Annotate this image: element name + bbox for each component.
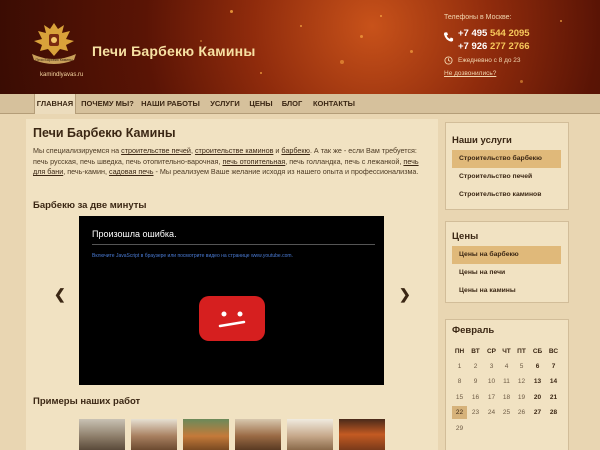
- work-thumbnail[interactable]: [235, 419, 281, 450]
- carousel-prev-icon[interactable]: ❮: [54, 286, 66, 303]
- nav-item-why-us[interactable]: ПОЧЕМУ МЫ?: [80, 94, 135, 114]
- calendar-weekday: ПТ: [517, 348, 526, 355]
- phone-number-1[interactable]: +7 495 544 2095: [458, 28, 530, 39]
- calendar-weekday: ПН: [454, 348, 465, 355]
- phone-2-prefix: +7 926: [458, 41, 488, 52]
- work-thumbnail[interactable]: [339, 419, 385, 450]
- calendar-day[interactable]: 5: [514, 360, 529, 373]
- calendar-day-today[interactable]: 22: [452, 406, 467, 419]
- prices-title: Цены: [452, 231, 479, 242]
- calendar-day[interactable]: 7: [546, 360, 561, 373]
- calendar-day[interactable]: 19: [514, 391, 529, 404]
- phone-number-2[interactable]: +7 926 277 2766: [458, 41, 530, 52]
- link-garden-stove[interactable]: садовая печь: [109, 167, 154, 176]
- prices-box: Цены Цены на барбекю Цены на печи Цены н…: [445, 221, 569, 303]
- nav-item-home[interactable]: ГЛАВНАЯ: [34, 94, 76, 114]
- calendar-weekday: ВТ: [471, 348, 480, 355]
- nav-item-contacts[interactable]: КОНТАКТЫ: [310, 94, 358, 114]
- calendar-day[interactable]: 24: [484, 406, 499, 419]
- link-fireplace-building[interactable]: строительстве каминов: [195, 146, 273, 155]
- link-heating-stove[interactable]: печь отопительная: [222, 157, 285, 166]
- link-stove-building[interactable]: строительстве печей: [121, 146, 191, 155]
- intro-text-5: , печь голландка, печь с лежанкой,: [285, 156, 404, 166]
- phone-2-number: 277 2766: [489, 41, 530, 52]
- calendar-day[interactable]: 20: [530, 391, 545, 404]
- calendar-day[interactable]: 2: [468, 360, 483, 373]
- price-item-fireplaces[interactable]: Цены на камины: [452, 282, 561, 300]
- calendar-day[interactable]: 11: [499, 375, 514, 388]
- phone-1-prefix: +7 495: [458, 28, 488, 39]
- callback-link[interactable]: Не дозвонились?: [444, 70, 496, 77]
- working-hours: Ежедневно с 8 до 23: [458, 57, 521, 64]
- logo-caption: Печи Барбекю Камины: [35, 58, 73, 62]
- calendar-day[interactable]: 1: [452, 360, 467, 373]
- intro-text-7: - Мы реализуем Ваше желание исходя из на…: [153, 167, 419, 177]
- phone-1-number: 544 2095: [489, 28, 530, 39]
- service-item-fireplaces[interactable]: Строительство каминов: [452, 186, 561, 204]
- site-title[interactable]: Печи Барбекю Камины: [92, 43, 256, 59]
- intro-text-6: , печь-камин,: [63, 167, 109, 177]
- intro-text-1: Мы специализируемся на: [33, 146, 122, 155]
- video-error-title: Произошла ошибка.: [92, 229, 177, 239]
- site-url: kamindlyavas.ru: [40, 72, 84, 78]
- services-box: Наши услуги Строительство барбекю Строит…: [445, 122, 569, 210]
- intro-text: Мы специализируемся на строительстве печ…: [33, 146, 431, 178]
- calendar-day[interactable]: 6: [530, 360, 545, 373]
- youtube-error-icon: [199, 296, 265, 341]
- nav-item-blog[interactable]: БЛОГ: [278, 94, 306, 114]
- calendar-day[interactable]: 17: [484, 391, 499, 404]
- coat-of-arms-logo[interactable]: Печи Барбекю Камины: [28, 20, 80, 66]
- calendar-day[interactable]: 4: [499, 360, 514, 373]
- calendar-weekday: СР: [486, 348, 497, 355]
- price-item-stoves[interactable]: Цены на печи: [452, 264, 561, 282]
- calendar-day[interactable]: 14: [546, 375, 561, 388]
- calendar-day[interactable]: 27: [530, 406, 545, 419]
- calendar-day[interactable]: 13: [530, 375, 545, 388]
- calendar-month: Февраль: [452, 325, 495, 336]
- price-item-barbecue[interactable]: Цены на барбекю: [452, 246, 561, 264]
- calendar-day[interactable]: 21: [546, 391, 561, 404]
- work-thumbnail[interactable]: [79, 419, 125, 450]
- link-barbecue[interactable]: барбекю: [281, 146, 310, 155]
- work-thumbnail[interactable]: [287, 419, 333, 450]
- main-nav: ГЛАВНАЯ ПОЧЕМУ МЫ? НАШИ РАБОТЫ УСЛУГИ ЦЕ…: [0, 94, 600, 114]
- calendar-day[interactable]: 3: [484, 360, 499, 373]
- calendar-day[interactable]: 10: [484, 375, 499, 388]
- video-section-title: Барбекю за две минуты: [33, 200, 147, 211]
- video-player[interactable]: Произошла ошибка. Включите JavaScript в …: [79, 216, 384, 385]
- service-item-barbecue[interactable]: Строительство барбекю: [452, 150, 561, 168]
- calendar-day[interactable]: 8: [452, 375, 467, 388]
- calendar-day[interactable]: 15: [452, 391, 467, 404]
- services-title: Наши услуги: [452, 135, 512, 146]
- examples-section-title: Примеры наших работ: [33, 396, 141, 407]
- calendar-weekday: ВС: [548, 348, 559, 355]
- phones-label: Телефоны в Москве:: [444, 14, 512, 21]
- work-thumbnail[interactable]: [131, 419, 177, 450]
- calendar-day[interactable]: 23: [468, 406, 483, 419]
- calendar-day[interactable]: 29: [452, 422, 467, 435]
- nav-item-services[interactable]: УСЛУГИ: [206, 94, 244, 114]
- page-title: Печи Барбекю Камины: [33, 126, 176, 140]
- calendar-weekday: ЧТ: [502, 348, 511, 355]
- calendar-day[interactable]: 18: [499, 391, 514, 404]
- video-error-divider: [92, 244, 375, 245]
- work-thumbnail[interactable]: [183, 419, 229, 450]
- carousel-next-icon[interactable]: ❯: [399, 286, 411, 303]
- nav-item-our-works[interactable]: НАШИ РАБОТЫ: [139, 94, 202, 114]
- calendar-day[interactable]: 16: [468, 391, 483, 404]
- service-item-stoves[interactable]: Строительство печей: [452, 168, 561, 186]
- clock-icon: [444, 56, 453, 65]
- main-content: Печи Барбекю Камины Мы специализируемся …: [26, 119, 438, 450]
- calendar-weekday: СБ: [532, 348, 543, 355]
- nav-item-prices[interactable]: ЦЕНЫ: [248, 94, 274, 114]
- calendar-day[interactable]: 26: [514, 406, 529, 419]
- phone-icon: [443, 32, 454, 42]
- calendar-day[interactable]: 9: [468, 375, 483, 388]
- calendar-day[interactable]: 28: [546, 406, 561, 419]
- calendar-day[interactable]: 12: [514, 375, 529, 388]
- site-header: Печи Барбекю Камины kamindlyavas.ru Печи…: [0, 0, 600, 94]
- calendar-day[interactable]: 25: [499, 406, 514, 419]
- video-error-text[interactable]: Включите JavaScript в браузере или посмо…: [92, 253, 293, 259]
